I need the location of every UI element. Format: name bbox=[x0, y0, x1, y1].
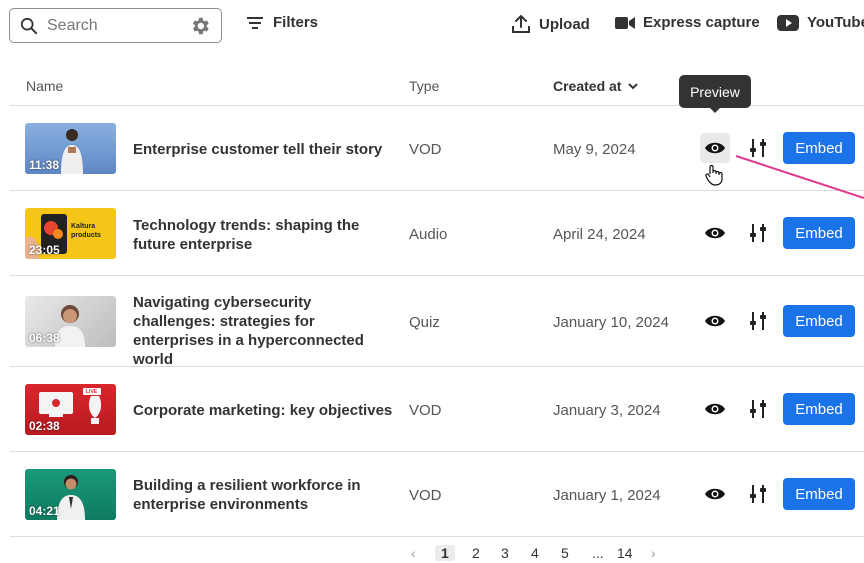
tooltip-arrow bbox=[709, 107, 721, 113]
video-title[interactable]: Building a resilient workforce in enterp… bbox=[133, 476, 393, 514]
duration-badge: 23:05 bbox=[29, 243, 60, 257]
video-thumbnail[interactable]: Kaltura products 23:05 bbox=[25, 208, 116, 259]
hand-cursor-icon bbox=[705, 164, 723, 186]
upload-icon bbox=[512, 15, 530, 33]
youtube-icon bbox=[777, 14, 799, 31]
video-title[interactable]: Corporate marketing: key objectives bbox=[133, 401, 393, 420]
page-2[interactable]: 2 bbox=[472, 545, 480, 561]
created-date: January 10, 2024 bbox=[553, 314, 669, 331]
gear-icon[interactable] bbox=[189, 15, 211, 37]
eye-icon bbox=[705, 315, 725, 327]
created-date: January 3, 2024 bbox=[553, 402, 661, 419]
search-placeholder: Search bbox=[47, 16, 98, 34]
table-row[interactable]: 06:38 Navigating cybersecurity challenge… bbox=[0, 276, 864, 369]
divider bbox=[10, 536, 864, 537]
duration-badge: 11:38 bbox=[29, 158, 60, 172]
live-label: LIVE bbox=[86, 389, 98, 395]
chevron-down-icon bbox=[628, 82, 639, 89]
column-created-at-label: Created at bbox=[553, 78, 622, 94]
page-3[interactable]: 3 bbox=[501, 545, 509, 561]
upload-label: Upload bbox=[539, 15, 590, 33]
created-date: April 24, 2024 bbox=[553, 226, 646, 243]
embed-button[interactable]: Embed bbox=[783, 305, 855, 337]
embed-button[interactable]: Embed bbox=[783, 393, 855, 425]
preview-button[interactable] bbox=[700, 479, 730, 509]
video-type: VOD bbox=[409, 141, 442, 158]
column-name[interactable]: Name bbox=[26, 78, 63, 94]
video-type: VOD bbox=[409, 402, 442, 419]
filter-icon bbox=[247, 16, 263, 29]
eye-icon bbox=[705, 403, 725, 415]
column-type[interactable]: Type bbox=[409, 78, 439, 94]
created-date: May 9, 2024 bbox=[553, 141, 636, 158]
eye-icon bbox=[705, 488, 725, 500]
prev-page-icon[interactable]: ‹ bbox=[411, 545, 416, 561]
filters-button[interactable]: Filters bbox=[247, 14, 318, 31]
page-ellipsis: ... bbox=[592, 545, 604, 561]
settings-sliders-icon[interactable] bbox=[746, 309, 770, 333]
table-row[interactable]: 11:38 Enterprise customer tell their sto… bbox=[0, 106, 864, 190]
video-type: Quiz bbox=[409, 314, 440, 331]
video-title[interactable]: Navigating cybersecurity challenges: str… bbox=[133, 293, 393, 369]
preview-button[interactable] bbox=[700, 394, 730, 424]
search-icon bbox=[20, 17, 38, 34]
preview-button[interactable] bbox=[700, 306, 730, 336]
search-input[interactable]: Search bbox=[9, 8, 222, 43]
express-capture-label: Express capture bbox=[643, 14, 760, 31]
youtube-label: YouTube bbox=[807, 14, 864, 31]
duration-badge: 04:21 bbox=[29, 504, 60, 518]
embed-button[interactable]: Embed bbox=[783, 478, 855, 510]
filters-label: Filters bbox=[273, 14, 319, 31]
page-14[interactable]: 14 bbox=[617, 545, 633, 561]
settings-sliders-icon[interactable] bbox=[746, 221, 770, 245]
video-type: VOD bbox=[409, 487, 442, 504]
video-title[interactable]: Technology trends: shaping the future en… bbox=[133, 216, 393, 254]
settings-sliders-icon[interactable] bbox=[746, 397, 770, 421]
duration-badge: 06:38 bbox=[29, 331, 60, 345]
table-row[interactable]: Kaltura products 23:05 Technology trends… bbox=[0, 191, 864, 275]
video-thumbnail[interactable]: LIVE 02:38 bbox=[25, 384, 116, 435]
video-thumbnail[interactable]: 04:21 bbox=[25, 469, 116, 520]
next-page-icon[interactable]: › bbox=[651, 545, 656, 561]
preview-button[interactable] bbox=[700, 133, 730, 163]
video-thumbnail[interactable]: 06:38 bbox=[25, 296, 116, 347]
video-type: Audio bbox=[409, 226, 448, 243]
page-1[interactable]: 1 bbox=[435, 545, 455, 561]
settings-sliders-icon[interactable] bbox=[746, 482, 770, 506]
embed-button[interactable]: Embed bbox=[783, 132, 855, 164]
page-5[interactable]: 5 bbox=[561, 545, 569, 561]
preview-tooltip: Preview bbox=[679, 75, 751, 108]
thumbnail-caption: Kaltura products bbox=[71, 223, 101, 239]
page-4[interactable]: 4 bbox=[531, 545, 539, 561]
preview-button[interactable] bbox=[700, 218, 730, 248]
duration-badge: 02:38 bbox=[29, 419, 60, 433]
created-date: January 1, 2024 bbox=[553, 487, 661, 504]
pagination: ‹ 1 2 3 4 5 ... 14 › bbox=[0, 545, 864, 563]
table-row[interactable]: LIVE 02:38 Corporate marketing: key obje… bbox=[0, 367, 864, 451]
camera-icon bbox=[615, 16, 635, 29]
youtube-button[interactable]: YouTube bbox=[777, 14, 864, 31]
toolbar: Search Filters Upload Express capture Yo… bbox=[0, 0, 864, 52]
settings-sliders-icon[interactable] bbox=[746, 136, 770, 160]
express-capture-button[interactable]: Express capture bbox=[615, 14, 760, 31]
eye-icon bbox=[705, 227, 725, 239]
column-created-at[interactable]: Created at bbox=[553, 78, 639, 94]
upload-button[interactable]: Upload bbox=[511, 14, 590, 34]
table-row[interactable]: 04:21 Building a resilient workforce in … bbox=[0, 452, 864, 536]
eye-icon bbox=[705, 142, 725, 154]
video-title[interactable]: Enterprise customer tell their story bbox=[133, 140, 393, 159]
embed-button[interactable]: Embed bbox=[783, 217, 855, 249]
video-thumbnail[interactable]: 11:38 bbox=[25, 123, 116, 174]
